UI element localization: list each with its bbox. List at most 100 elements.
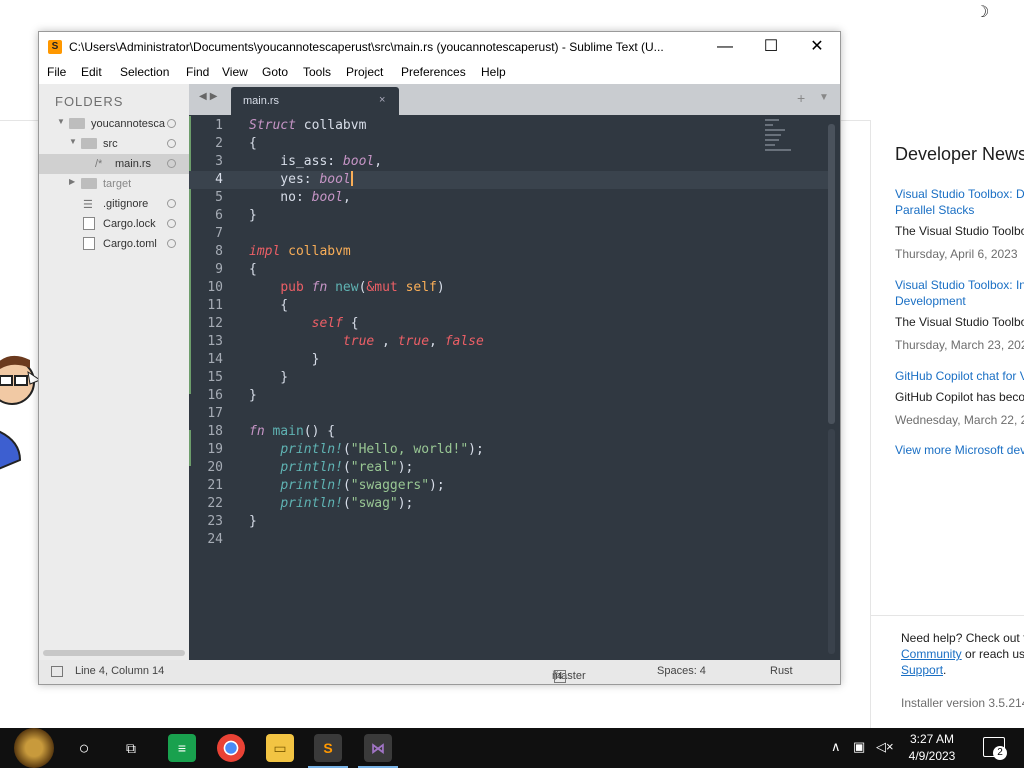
cursor-position[interactable]: Line 4, Column 14 (75, 665, 164, 677)
tree-item-src[interactable]: ▼ src (39, 134, 189, 154)
code-line: 6} (189, 207, 829, 225)
close-folder-icon[interactable] (167, 119, 176, 128)
editor-scrollbar-track[interactable] (828, 429, 835, 654)
syntax-setting[interactable]: Rust (770, 665, 793, 677)
line-number: 16 (207, 388, 223, 403)
menu-tools[interactable]: Tools (303, 65, 331, 79)
line-number: 21 (207, 478, 223, 493)
code-line: 11 { (189, 297, 829, 315)
close-button[interactable]: ✕ (794, 32, 840, 62)
menu-edit[interactable]: Edit (81, 65, 102, 79)
tree-item-cargo-lock[interactable]: Cargo.lock (39, 214, 189, 234)
menu-selection[interactable]: Selection (120, 65, 169, 79)
close-file-icon[interactable] (167, 199, 176, 208)
close-folder-icon[interactable] (167, 139, 176, 148)
rust-file-icon: /* (95, 158, 103, 170)
menu-goto[interactable]: Goto (262, 65, 288, 79)
line-number: 1 (215, 118, 223, 133)
view-more-link[interactable]: View more Microsoft dev (895, 443, 1024, 457)
sublime-text-taskbar-icon[interactable]: S (314, 734, 342, 762)
tree-item-main-rs[interactable]: /* main.rs (39, 154, 189, 174)
menu-bar: File Edit Selection Find View Goto Tools… (39, 62, 840, 84)
cortana-icon[interactable]: ○ (70, 734, 98, 762)
list-file-icon: ☰ (83, 199, 93, 211)
chrome-icon[interactable] (217, 734, 245, 762)
toggle-sidebar-icon[interactable] (51, 666, 63, 677)
support-link[interactable]: Support (901, 663, 943, 677)
start-button-icon[interactable] (14, 728, 54, 768)
menu-find[interactable]: Find (186, 65, 209, 79)
task-view-icon[interactable]: ⧉ (117, 734, 145, 762)
code-text: is_ass: bool, (249, 154, 383, 169)
code-text: println!("swag"); (280, 496, 414, 511)
title-bar[interactable]: S C:\Users\Administrator\Documents\youca… (39, 32, 840, 62)
tab-list-icon[interactable]: ▼ (819, 92, 829, 103)
tree-item-label: src (103, 138, 118, 150)
minimize-button[interactable]: — (702, 32, 748, 62)
close-file-icon[interactable] (167, 239, 176, 248)
folder-icon (81, 138, 97, 149)
community-link[interactable]: Community (901, 647, 962, 661)
tab-main-rs[interactable]: main.rs × (231, 87, 399, 115)
menu-help[interactable]: Help (481, 65, 506, 79)
network-icon[interactable]: ▣ (853, 739, 865, 755)
chevron-down-icon[interactable]: ▼ (57, 117, 65, 126)
code-line: 2{ (189, 135, 829, 153)
menu-view[interactable]: View (222, 65, 248, 79)
code-text: } (249, 208, 257, 223)
code-text: { (249, 298, 289, 313)
line-number: 10 (207, 280, 223, 295)
volume-muted-icon[interactable]: ◁× (876, 739, 894, 755)
code-line: 20 println!("real"); (189, 459, 829, 477)
news-link[interactable]: GitHub Copilot chat for V (895, 368, 1024, 384)
tab-bar: ◀▶ main.rs × + ▼ (189, 84, 840, 115)
news-link[interactable]: Visual Studio Toolbox: De (895, 186, 1024, 202)
tree-item-gitignore[interactable]: ☰ .gitignore (39, 194, 189, 214)
tree-item-target[interactable]: ▶ target (39, 174, 189, 194)
branch-count-badge: 4 (554, 670, 566, 683)
code-area[interactable]: 1 Struct collabvm 2{ 3 is_ass: bool, 4 ye… (189, 115, 829, 660)
notes-app-icon[interactable]: ≡ (168, 734, 196, 762)
menu-preferences[interactable]: Preferences (401, 65, 466, 79)
menu-file[interactable]: File (47, 65, 66, 79)
chevron-down-icon[interactable]: ▼ (69, 137, 77, 146)
news-link-cont[interactable]: Development (895, 293, 1024, 309)
code-line: 1 Struct collabvm (189, 117, 829, 135)
news-date: Wednesday, March 22, 2 (895, 413, 1024, 427)
clock[interactable]: 3:27 AM 4/9/2023 (900, 731, 964, 765)
line-number: 5 (215, 190, 223, 205)
code-line: 5 no: bool, (189, 189, 829, 207)
visual-studio-installer-icon[interactable]: ⋈ (364, 734, 392, 762)
tree-item-label: main.rs (115, 158, 152, 170)
news-desc: The Visual Studio Toolbo (895, 224, 1024, 238)
chevron-right-icon[interactable]: ▶ (69, 177, 75, 186)
tree-item-label: Cargo.lock (103, 218, 156, 230)
tree-item-cargo-toml[interactable]: Cargo.toml (39, 234, 189, 254)
code-line: 3 is_ass: bool, (189, 153, 829, 171)
window-title: C:\Users\Administrator\Documents\youcann… (69, 40, 664, 54)
code-text: println!("swaggers"); (280, 478, 445, 493)
code-text: impl collabvm (249, 244, 351, 259)
maximize-button[interactable]: ☐ (748, 32, 794, 62)
line-number: 3 (215, 154, 223, 169)
line-number: 14 (207, 352, 223, 367)
tab-nav-arrows-icon[interactable]: ◀▶ (199, 91, 220, 102)
news-link[interactable]: Visual Studio Toolbox: In (895, 277, 1024, 293)
close-file-icon[interactable] (167, 159, 176, 168)
menu-project[interactable]: Project (346, 65, 383, 79)
indentation-setting[interactable]: Spaces: 4 (657, 665, 706, 677)
minimap[interactable] (765, 119, 795, 169)
new-tab-icon[interactable]: + (797, 90, 805, 106)
editor-scrollbar-thumb[interactable] (828, 124, 835, 424)
file-explorer-icon[interactable]: ▭ (266, 734, 294, 762)
news-link-cont[interactable]: Parallel Stacks (895, 202, 1024, 218)
tree-item-project-folder[interactable]: ▼ youcannotesca (39, 114, 189, 134)
close-file-icon[interactable] (167, 219, 176, 228)
sidebar-scrollbar[interactable] (43, 650, 185, 656)
news-desc: The Visual Studio Toolbo (895, 315, 1024, 329)
moon-icon[interactable]: ☽ (975, 2, 989, 22)
close-icon[interactable]: × (379, 94, 385, 106)
line-number: 19 (207, 442, 223, 457)
code-line: 22 println!("swag"); (189, 495, 829, 513)
chevron-up-icon[interactable]: ∧ (831, 739, 841, 755)
